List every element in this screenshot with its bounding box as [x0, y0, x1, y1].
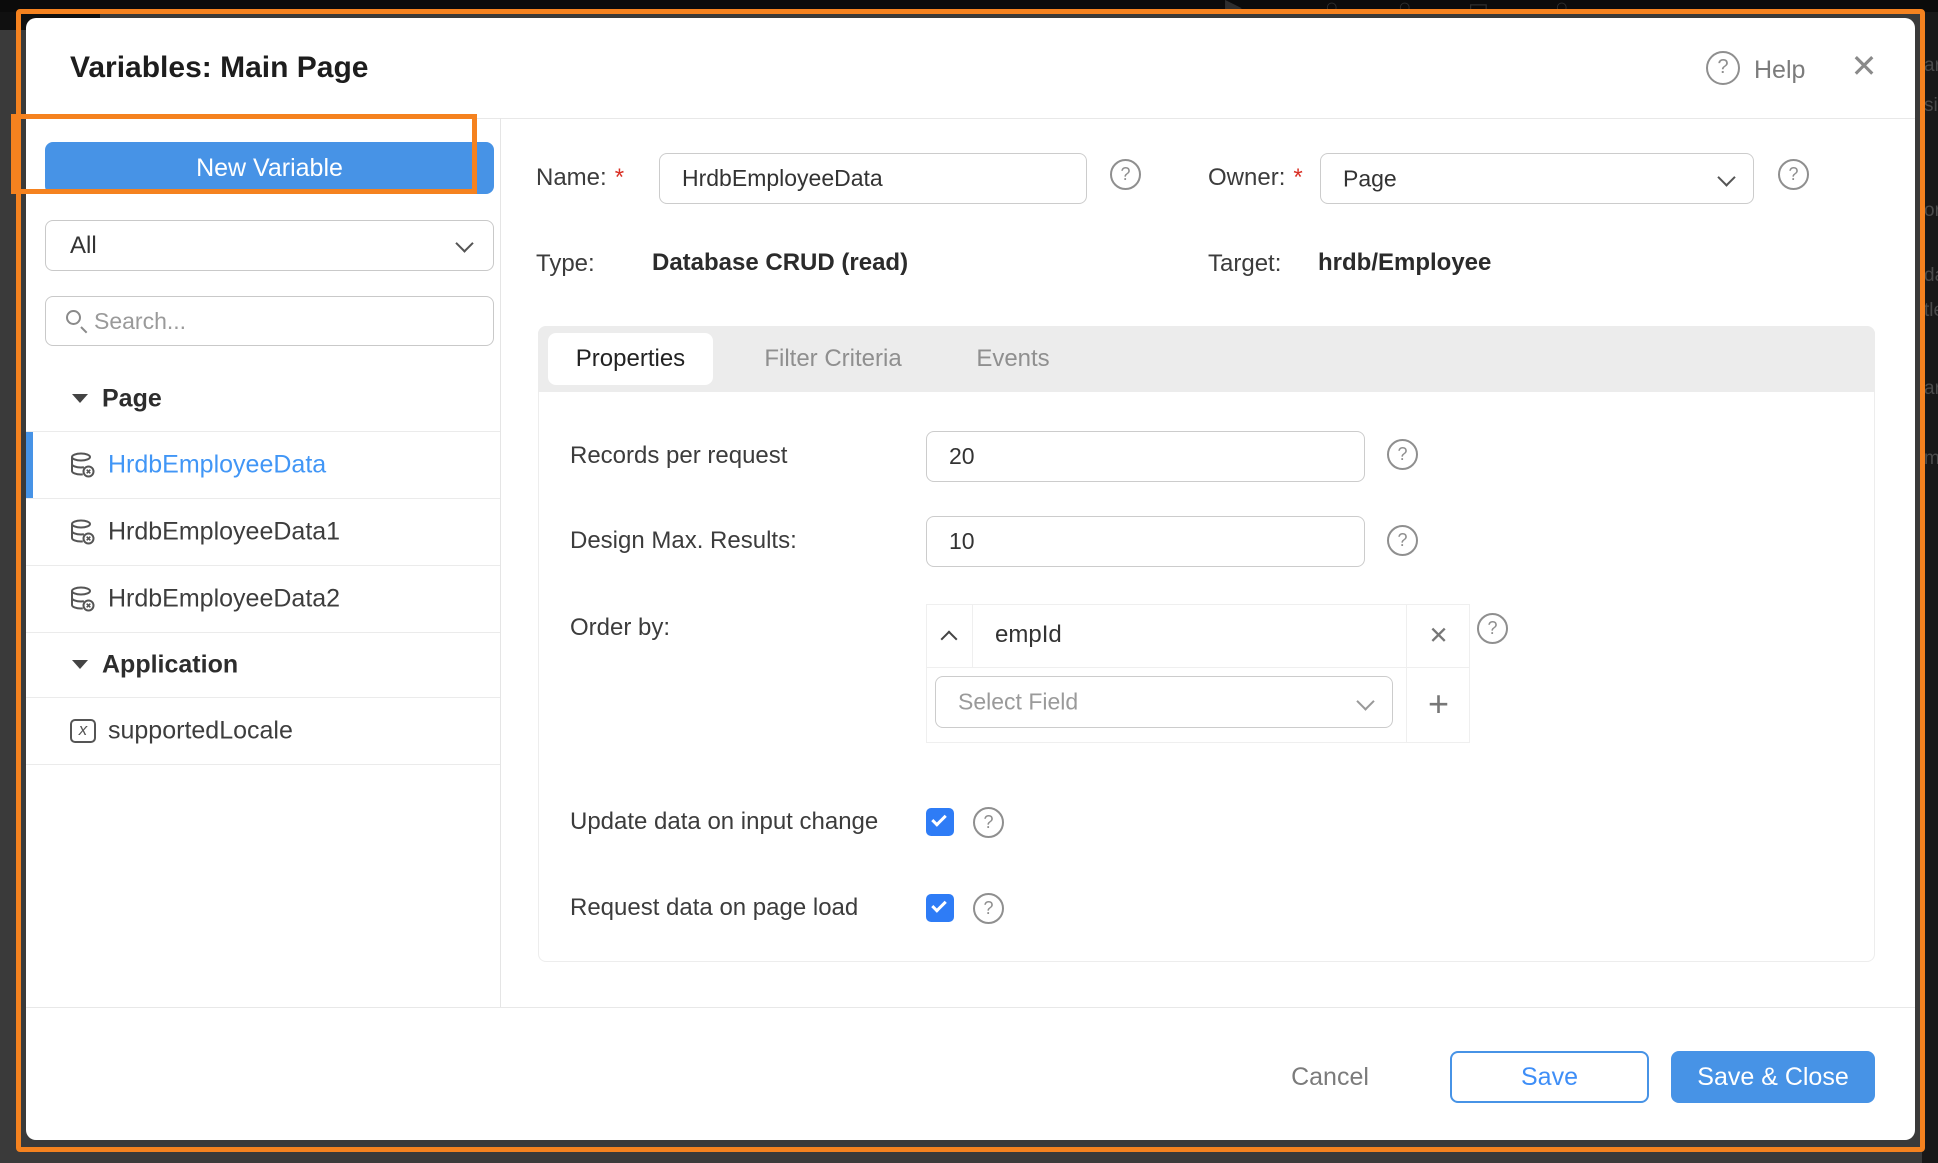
search-icon	[66, 310, 81, 325]
select-field-placeholder: Select Field	[958, 689, 1078, 716]
sidebar-section-application[interactable]: Application	[26, 632, 500, 698]
records-per-request-input[interactable]	[926, 431, 1365, 482]
close-icon[interactable]	[1844, 46, 1884, 86]
database-icon	[68, 585, 96, 613]
sidebar-item-label: HrdbEmployeeData2	[108, 585, 340, 614]
order-by-label: Order by:	[570, 614, 670, 642]
sidebar-item-hrdbemployeedata1[interactable]: HrdbEmployeeData1	[26, 499, 500, 566]
check-icon	[931, 897, 947, 913]
help-icon[interactable]	[1110, 159, 1141, 190]
play-icon: ▶	[1225, 0, 1242, 12]
sidebar-item-supportedlocale[interactable]: supportedLocale	[26, 698, 500, 765]
help-icon[interactable]	[973, 893, 1004, 924]
help-icon[interactable]	[1387, 525, 1418, 556]
save-button[interactable]: Save	[1450, 1051, 1649, 1103]
select-field-dropdown[interactable]: Select Field	[935, 676, 1393, 728]
tab-properties[interactable]: Properties	[548, 333, 713, 385]
footer-divider	[26, 1007, 1915, 1008]
chevron-down-icon	[1717, 168, 1735, 186]
variable-filter-value: All	[70, 232, 97, 260]
request-on-load-checkbox[interactable]	[926, 894, 954, 922]
search-input[interactable]	[94, 297, 484, 345]
dialog-title: Variables: Main Page	[70, 51, 368, 85]
add-order-field-button[interactable]	[1406, 667, 1471, 744]
device-icon: ▭	[1468, 0, 1489, 12]
background-right-edge: arcsibor datlear me	[1922, 0, 1938, 1163]
database-icon	[68, 451, 96, 479]
caret-down-icon	[72, 394, 88, 403]
required-asterisk: *	[615, 164, 624, 191]
help-icon[interactable]	[1387, 439, 1418, 470]
chevron-down-icon	[1356, 692, 1374, 710]
order-by-field: empId	[995, 621, 1062, 649]
design-max-results-label: Design Max. Results:	[570, 527, 797, 555]
new-variable-button[interactable]: New Variable	[45, 142, 494, 194]
sort-direction-button[interactable]	[927, 605, 973, 667]
screen: ▶ ○ ○ ▭ ○ arcsibor datlear me Variables:…	[0, 0, 1938, 1163]
help-icon[interactable]	[1477, 613, 1508, 644]
help-icon[interactable]	[1778, 159, 1809, 190]
order-by-divider	[927, 667, 1469, 668]
help-icon[interactable]	[973, 807, 1004, 838]
save-and-close-button[interactable]: Save & Close	[1671, 1051, 1875, 1103]
target-label: Target:	[1208, 250, 1281, 278]
owner-select[interactable]: Page	[1320, 153, 1754, 204]
header-divider	[26, 118, 1915, 119]
tab-bar: Properties Filter Criteria Events	[538, 326, 1875, 392]
sidebar-item-hrdbemployeedata2[interactable]: HrdbEmployeeData2	[26, 566, 500, 633]
type-value: Database CRUD (read)	[652, 249, 908, 277]
sidebar-item-label: supportedLocale	[108, 717, 293, 746]
section-label: Application	[102, 650, 238, 679]
help-icon[interactable]	[1706, 51, 1740, 85]
tab-events[interactable]: Events	[953, 326, 1073, 392]
tab-filter-criteria[interactable]: Filter Criteria	[748, 326, 918, 392]
name-input[interactable]	[659, 153, 1087, 204]
required-asterisk: *	[1293, 164, 1302, 191]
type-label: Type:	[536, 250, 595, 278]
selected-indicator	[26, 432, 33, 498]
variable-icon	[70, 719, 96, 743]
design-max-results-input[interactable]	[926, 516, 1365, 567]
search-icon: ○	[1555, 0, 1568, 12]
background-toolbar: ▶ ○ ○ ▭ ○	[0, 0, 1938, 12]
records-per-request-label: Records per request	[570, 442, 787, 470]
sidebar-divider	[500, 118, 501, 1007]
help-link[interactable]: Help	[1754, 56, 1805, 85]
name-label: Name:*	[536, 164, 624, 192]
chevron-up-icon	[941, 631, 958, 648]
chevron-down-icon	[455, 234, 473, 252]
update-on-input-label: Update data on input change	[570, 808, 878, 836]
circle-icon: ○	[1325, 0, 1338, 12]
circle-icon: ○	[1398, 0, 1411, 12]
remove-order-field-button[interactable]	[1406, 605, 1471, 667]
sidebar-item-label: HrdbEmployeeData	[108, 451, 326, 480]
caret-down-icon	[72, 660, 88, 669]
sidebar-item-hrdbemployeedata[interactable]: HrdbEmployeeData	[26, 432, 500, 499]
search-box	[45, 296, 494, 346]
target-value: hrdb/Employee	[1318, 249, 1491, 277]
sidebar-section-page[interactable]: Page	[26, 366, 500, 432]
database-icon	[68, 518, 96, 546]
order-by-widget: empId Select Field	[926, 604, 1470, 743]
variables-dialog: Variables: Main Page Help New Variable A…	[26, 18, 1915, 1140]
variable-filter-select[interactable]: All	[45, 220, 494, 271]
cancel-button[interactable]: Cancel	[1280, 1057, 1380, 1097]
owner-value: Page	[1343, 165, 1397, 192]
section-label: Page	[102, 384, 162, 413]
update-on-input-checkbox[interactable]	[926, 808, 954, 836]
sidebar-item-label: HrdbEmployeeData1	[108, 518, 340, 547]
check-icon	[931, 811, 947, 827]
request-on-load-label: Request data on page load	[570, 894, 858, 922]
owner-label: Owner:*	[1208, 164, 1303, 192]
